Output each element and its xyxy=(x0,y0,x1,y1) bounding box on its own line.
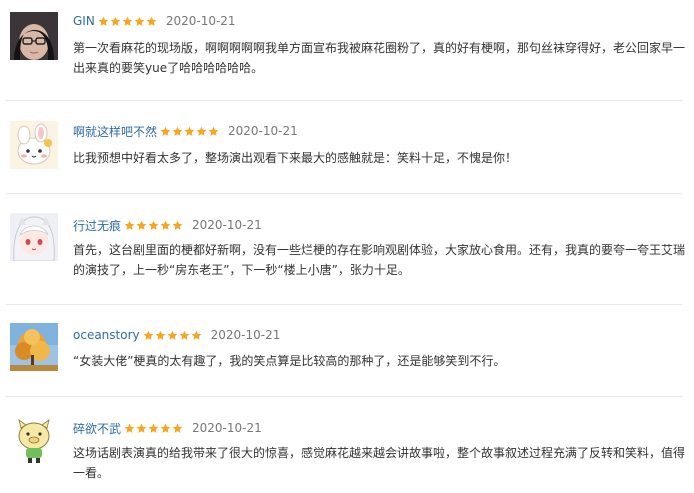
review-meta: GIN 2020-10-21 xyxy=(73,12,236,30)
review-meta: oceanstory 2020-10-21 xyxy=(73,326,280,344)
anime-girl-avatar-icon xyxy=(10,213,58,261)
star-icon xyxy=(191,330,201,340)
star-icon xyxy=(167,330,177,340)
star-icon xyxy=(172,126,183,136)
star-icon xyxy=(136,220,147,230)
star-icon xyxy=(148,423,159,433)
user-avatar[interactable] xyxy=(10,323,58,371)
dark-hair-glasses-avatar-icon xyxy=(10,12,58,60)
star-icon xyxy=(110,16,121,26)
star-icon xyxy=(172,220,183,230)
cartoon-pig-avatar-icon xyxy=(10,416,58,464)
review-text: 首先，这台剧里面的梗都好新啊，没有一些烂梗的存在影响观剧体验，大家放心食用。还有… xyxy=(73,243,686,277)
username[interactable]: 碎欲不武 xyxy=(73,420,121,437)
review-date: 2020-10-21 xyxy=(192,421,262,435)
star-icon xyxy=(179,330,189,340)
star-icon xyxy=(98,16,109,26)
rating-stars xyxy=(124,220,184,231)
star-icon xyxy=(208,126,219,136)
username[interactable]: 啊就这样吧不然 xyxy=(73,123,157,140)
star-icon xyxy=(184,126,195,136)
review-text: 这场话剧表演真的给我带来了很大的惊喜，感觉麻花越来越会讲故事啦，整个故事叙述过程… xyxy=(73,446,686,480)
username[interactable]: GIN xyxy=(73,14,95,28)
user-avatar[interactable] xyxy=(10,213,58,261)
user-avatar[interactable] xyxy=(10,121,58,169)
cartoon-rabbit-avatar-icon xyxy=(10,121,58,169)
review-text: 比我预想中好看太多了，整场演出观看下来最大的感触就是：笑料十足，不愧是你！ xyxy=(73,151,518,165)
rating-stars xyxy=(160,126,220,137)
review-date: 2020-10-21 xyxy=(165,14,236,28)
star-icon xyxy=(155,330,165,340)
user-avatar[interactable] xyxy=(10,416,58,464)
review-date: 2020-10-21 xyxy=(228,124,298,138)
review-list: GIN 2020-10-21 第一次看麻花的现场版，啊啊啊啊啊我单方面宣布我被麻… xyxy=(0,0,694,493)
star-icon xyxy=(124,423,135,433)
divider xyxy=(6,100,682,101)
star-icon xyxy=(148,220,159,230)
star-icon xyxy=(172,423,183,433)
divider xyxy=(6,304,682,305)
review-meta: 碎欲不武 2020-10-21 xyxy=(73,419,262,437)
review-date: 2020-10-21 xyxy=(192,218,262,232)
review-text: 第一次看麻花的现场版，啊啊啊啊啊我单方面宣布我被麻花圈粉了，真的好有梗啊，那句丝… xyxy=(73,41,686,75)
star-icon xyxy=(160,423,171,433)
rating-stars xyxy=(98,16,158,27)
star-icon xyxy=(143,330,153,340)
rating-stars xyxy=(124,423,184,434)
star-icon xyxy=(122,16,133,26)
review-meta: 啊就这样吧不然 2020-10-21 xyxy=(73,122,298,140)
username[interactable]: 行过无痕 xyxy=(73,217,121,234)
username[interactable]: oceanstory xyxy=(73,328,140,342)
star-icon xyxy=(160,220,171,230)
rating-stars xyxy=(143,330,203,341)
star-icon xyxy=(124,220,135,230)
user-avatar[interactable] xyxy=(10,12,58,60)
review-date: 2020-10-21 xyxy=(210,328,281,342)
star-icon xyxy=(136,423,147,433)
star-icon xyxy=(134,16,145,26)
review-text: “女装大佬”梗真的太有趣了，我的笑点算是比较高的那种了，还是能够笑到不行。 xyxy=(73,354,506,368)
divider xyxy=(6,193,682,194)
autumn-tree-avatar-icon xyxy=(10,323,58,371)
star-icon xyxy=(196,126,207,136)
review-meta: 行过无痕 2020-10-21 xyxy=(73,216,262,234)
star-icon xyxy=(146,16,157,26)
star-icon xyxy=(160,126,171,136)
divider xyxy=(6,396,682,397)
